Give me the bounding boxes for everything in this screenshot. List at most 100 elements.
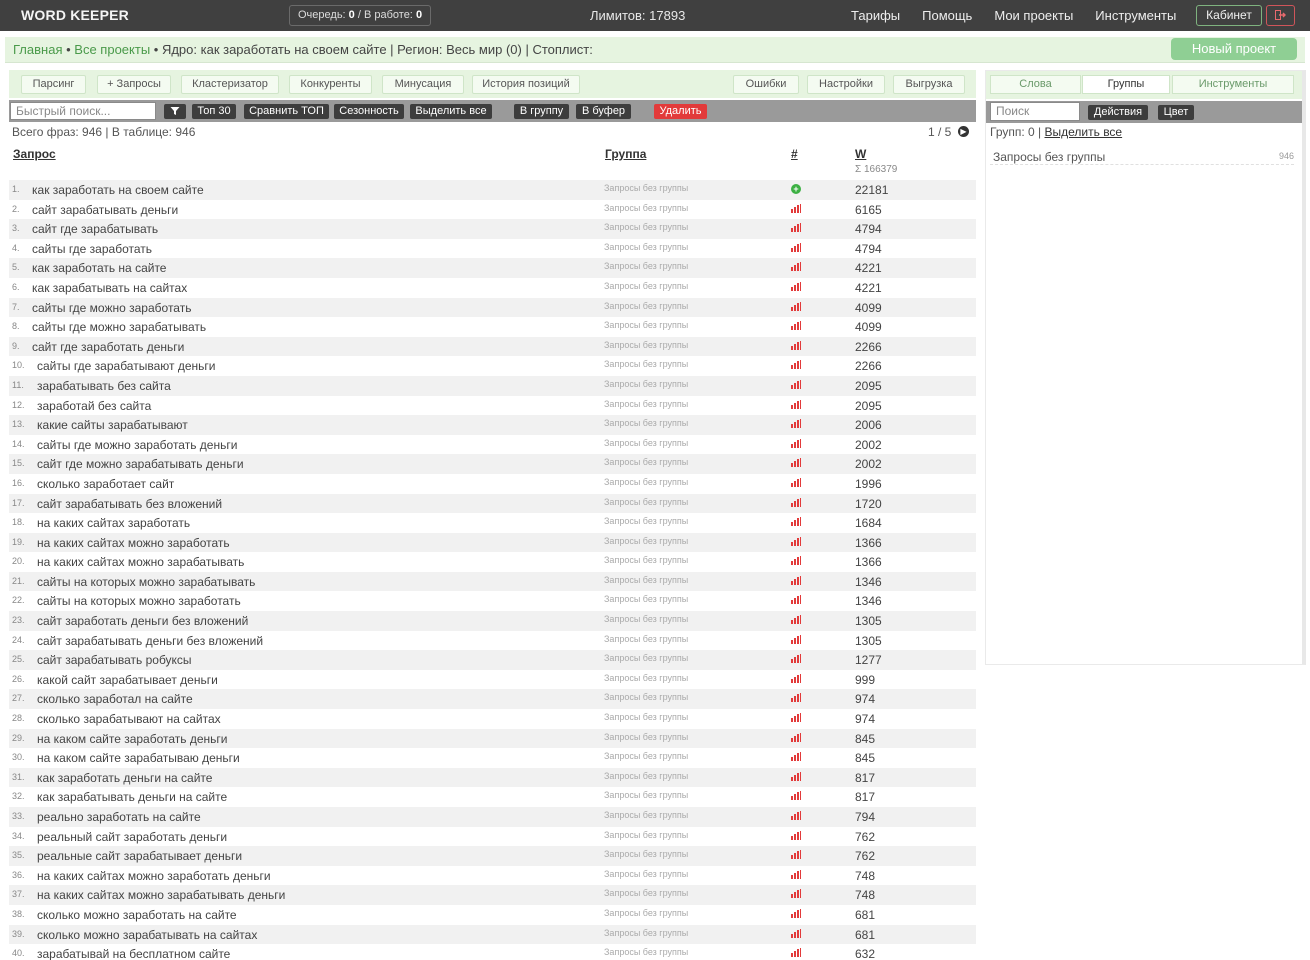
tab-settings[interactable]: Настройки <box>807 75 885 94</box>
query-text[interactable]: реальные сайт зарабатывает деньги <box>37 849 242 863</box>
compare-top-button[interactable]: Сравнить ТОП <box>244 104 329 119</box>
nav-help[interactable]: Помощь <box>922 8 972 23</box>
table-row[interactable]: 24. сайт зарабатывать деньги без вложений… <box>9 631 976 651</box>
column-header-query[interactable]: Запрос <box>13 147 56 161</box>
query-group[interactable]: Запросы без группы <box>604 673 688 683</box>
nav-tools[interactable]: Инструменты <box>1095 8 1176 23</box>
color-button[interactable]: Цвет <box>1158 105 1194 120</box>
bars-icon[interactable] <box>791 477 802 489</box>
query-group[interactable]: Запросы без группы <box>604 418 688 428</box>
table-row[interactable]: 27. сколько заработал на сайте Запросы без… <box>9 689 976 710</box>
select-all-groups-link[interactable]: Выделить все <box>1045 125 1123 139</box>
query-group[interactable]: Запросы без группы <box>604 438 688 448</box>
query-text[interactable]: сайты где заработать <box>32 242 152 256</box>
bars-icon[interactable] <box>791 340 802 352</box>
query-text[interactable]: на каком сайте зарабатываю деньги <box>37 751 240 765</box>
query-group[interactable]: Запросы без группы <box>604 653 688 663</box>
query-text[interactable]: сайт где можно зарабатывать деньги <box>37 457 244 471</box>
query-group[interactable]: Запросы без группы <box>604 281 688 291</box>
table-row[interactable]: 22. сайты на которых можно заработать Запр… <box>9 591 976 611</box>
query-group[interactable]: Запросы без группы <box>604 477 688 487</box>
query-group[interactable]: Запросы без группы <box>604 908 688 918</box>
query-group[interactable]: Запросы без группы <box>604 614 688 624</box>
table-row[interactable]: 12. заработай без сайта Запросы без группы… <box>9 396 976 416</box>
query-text[interactable]: как заработать на своем сайте <box>32 183 204 197</box>
table-row[interactable]: 7. сайты где можно заработать Запросы без … <box>9 297 976 318</box>
query-group[interactable]: Запросы без группы <box>604 830 688 840</box>
bars-icon[interactable] <box>791 281 802 293</box>
actions-button[interactable]: Действия <box>1088 105 1148 120</box>
query-text[interactable]: сайты на которых можно зарабатывать <box>37 575 255 589</box>
query-group[interactable]: Запросы без группы <box>604 849 688 859</box>
query-text[interactable]: сайт зарабатывать робуксы <box>37 653 192 667</box>
tab-parsing[interactable]: Парсинг <box>21 75 86 94</box>
bars-icon[interactable] <box>791 771 802 783</box>
query-text[interactable]: сколько зарабатывают на сайтах <box>37 712 221 726</box>
table-row[interactable]: 29. на каком сайте заработать деньги Запро… <box>9 728 976 749</box>
query-group[interactable]: Запросы без группы <box>604 888 688 898</box>
bars-icon[interactable] <box>791 713 802 724</box>
table-row[interactable]: 23. сайт заработать деньги без вложений За… <box>9 611 976 631</box>
table-row[interactable]: 3. сайт где зарабатывать Запросы без групп… <box>9 219 976 239</box>
query-text[interactable]: сайты где можно заработать <box>32 301 191 315</box>
query-group[interactable]: Запросы без группы <box>604 810 688 820</box>
table-row[interactable]: 9. сайт где заработать деньги Запросы без … <box>9 336 976 357</box>
query-text[interactable]: зарабатывать без сайта <box>37 379 171 393</box>
query-text[interactable]: реальный сайт заработать деньги <box>37 830 227 844</box>
logout-button[interactable] <box>1266 5 1295 26</box>
query-text[interactable]: на каких сайтах можно заработать <box>37 536 230 550</box>
table-row[interactable]: 2. сайт зарабатывать деньги Запросы без гр… <box>9 200 976 220</box>
query-text[interactable]: как зарабатывать деньги на сайте <box>37 790 227 804</box>
bars-icon[interactable] <box>791 928 802 940</box>
table-row[interactable]: 19. на каких сайтах можно заработать Запро… <box>9 532 976 553</box>
query-group[interactable]: Запросы без группы <box>604 771 688 781</box>
query-group[interactable]: Запросы без группы <box>604 320 688 330</box>
table-row[interactable]: 36. на каких сайтах можно заработать день… <box>9 866 976 886</box>
bars-icon[interactable] <box>791 908 802 920</box>
query-text[interactable]: какой сайт зарабатывает деньги <box>37 673 218 687</box>
tab-groups[interactable]: Группы <box>1082 75 1170 94</box>
bars-icon[interactable] <box>791 203 802 215</box>
seasonality-button[interactable]: Сезонность <box>334 104 404 119</box>
bars-icon[interactable] <box>791 458 802 469</box>
bars-icon[interactable] <box>791 399 802 411</box>
query-group[interactable]: Запросы без группы <box>604 869 688 879</box>
bars-icon[interactable] <box>791 419 802 430</box>
table-row[interactable]: 39. сколько можно зарабатывать на сайтах З… <box>9 924 976 945</box>
bars-icon[interactable] <box>791 634 802 646</box>
query-group[interactable]: Запросы без группы <box>604 555 688 565</box>
bars-icon[interactable] <box>791 321 802 332</box>
select-all-button[interactable]: Выделить все <box>410 104 492 119</box>
query-group[interactable]: Запросы без группы <box>604 497 688 507</box>
column-header-w[interactable]: W <box>855 147 866 161</box>
query-text[interactable]: сайт зарабатывать деньги <box>32 203 178 217</box>
query-text[interactable]: сайт где заработать деньги <box>32 340 184 354</box>
query-text[interactable]: сколько можно зарабатывать на сайтах <box>37 928 257 942</box>
tab-competitors[interactable]: Конкуренты <box>289 75 372 94</box>
table-row[interactable]: 37. на каких сайтах можно зарабатывать де… <box>9 885 976 905</box>
query-text[interactable]: реально заработать на сайте <box>37 810 201 824</box>
bars-icon[interactable] <box>791 889 802 900</box>
table-row[interactable]: 5. как заработать на сайте Запросы без гру… <box>9 258 976 278</box>
bars-icon[interactable] <box>791 732 802 744</box>
query-group[interactable]: Запросы без группы <box>604 575 688 585</box>
bars-icon[interactable] <box>791 850 802 861</box>
table-row[interactable]: 1. как заработать на своем сайте Запросы б… <box>9 180 976 200</box>
table-row[interactable]: 30. на каком сайте зарабатываю деньги Запр… <box>9 748 976 768</box>
query-group[interactable]: Запросы без группы <box>604 947 688 957</box>
bars-icon[interactable] <box>791 791 802 802</box>
query-text[interactable]: на каких сайтах заработать <box>37 516 190 530</box>
table-row[interactable]: 33. реально заработать на сайте Запросы бе… <box>9 807 976 827</box>
query-group[interactable]: Запросы без группы <box>604 340 688 350</box>
table-row[interactable]: 18. на каких сайтах заработать Запросы без… <box>9 513 976 533</box>
table-row[interactable]: 15. сайт где можно зарабатывать деньги Зап… <box>9 454 976 474</box>
query-text[interactable]: как заработать деньги на сайте <box>37 771 212 785</box>
tab-errors[interactable]: Ошибки <box>733 75 799 94</box>
table-row[interactable]: 10. сайты где зарабатывают деньги Запросы … <box>9 356 976 376</box>
to-group-button[interactable]: В группу <box>514 104 569 119</box>
breadcrumb-projects[interactable]: Все проекты <box>74 42 150 57</box>
table-row[interactable]: 26. какой сайт зарабатывает деньги Запросы… <box>9 670 976 690</box>
bars-icon[interactable] <box>791 556 802 567</box>
table-row[interactable]: 38. сколько можно заработать на сайте Запр… <box>9 905 976 925</box>
bars-icon[interactable] <box>791 811 802 822</box>
